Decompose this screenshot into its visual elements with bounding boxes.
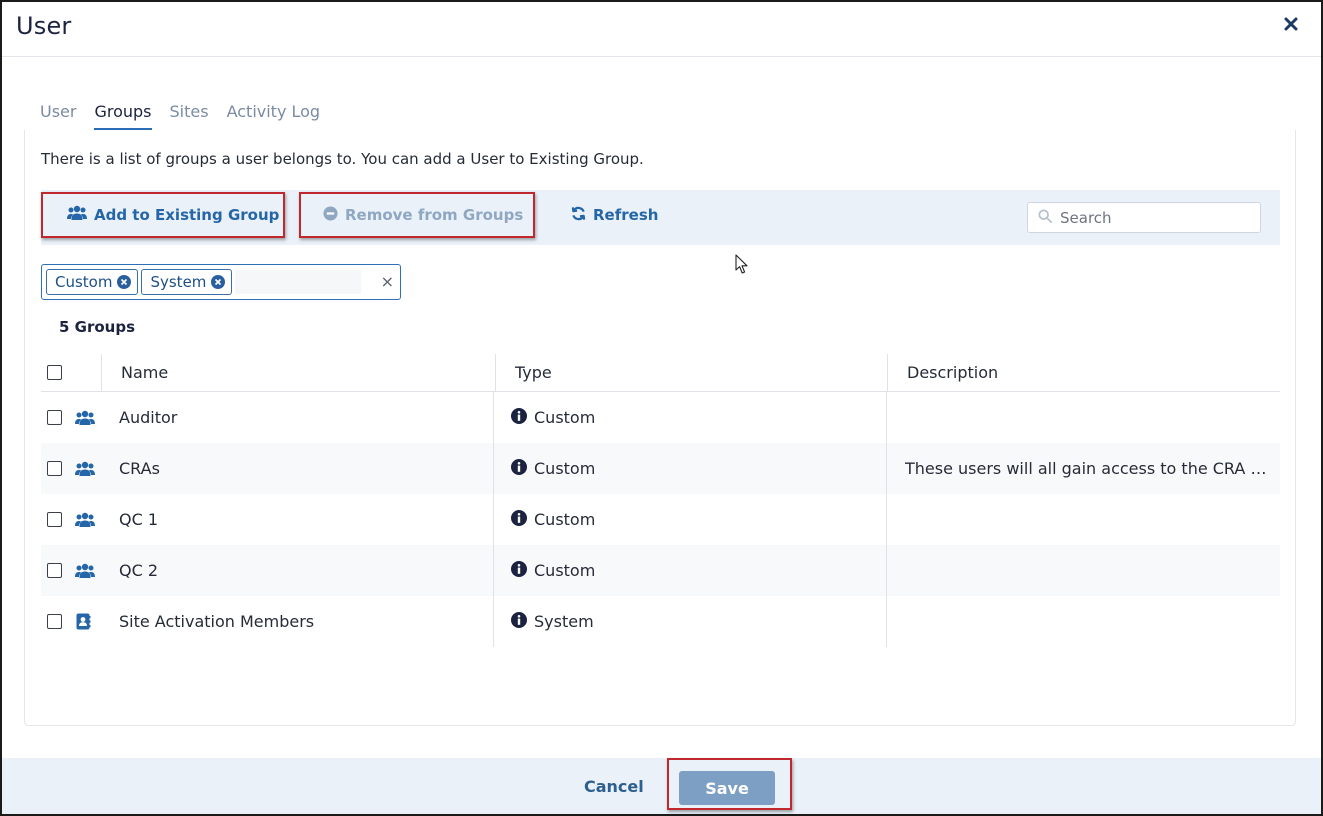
minus-circle-icon	[323, 205, 338, 225]
search-input[interactable]	[1060, 208, 1240, 227]
mouse-pointer-icon	[735, 254, 749, 279]
info-icon	[511, 560, 527, 581]
type-filter[interactable]: Custom System ×	[41, 264, 401, 300]
clear-filter-icon[interactable]: ×	[381, 274, 394, 290]
table-header: Name Type Description	[41, 354, 1280, 392]
column-header-name[interactable]: Name	[121, 354, 168, 391]
group-type: System	[534, 612, 594, 631]
dialog-title: User	[16, 12, 72, 40]
group-type: Custom	[534, 408, 596, 427]
group-description	[905, 494, 1275, 545]
table-row[interactable]: Site Activation Members System	[41, 596, 1280, 647]
groups-count: 5 Groups	[59, 318, 136, 336]
info-icon	[511, 407, 527, 428]
group-type: Custom	[534, 561, 596, 580]
tab-bar: User Groups Sites Activity Log	[40, 100, 320, 132]
dialog-header: User	[2, 2, 1321, 57]
group-name: Auditor	[119, 408, 178, 427]
group-description: These users will all gain access to the …	[905, 459, 1275, 478]
info-icon	[511, 509, 527, 530]
close-icon[interactable]	[1283, 16, 1303, 36]
group-name: Site Activation Members	[119, 612, 315, 631]
search-box	[1027, 202, 1261, 233]
users-icon	[75, 494, 99, 545]
refresh-button[interactable]: Refresh	[571, 192, 681, 238]
table-row[interactable]: Auditor Custom	[41, 392, 1280, 443]
row-checkbox[interactable]	[47, 512, 62, 527]
tab-groups[interactable]: Groups	[94, 100, 152, 130]
add-to-existing-group-button[interactable]: Add to Existing Group	[41, 192, 285, 238]
users-icon	[75, 392, 99, 443]
table-row[interactable]: QC 1 Custom	[41, 494, 1280, 545]
remove-chip-icon[interactable]	[117, 275, 132, 289]
table-row[interactable]: QC 2 Custom	[41, 545, 1280, 596]
tab-user[interactable]: User	[40, 100, 76, 130]
group-type: Custom	[534, 459, 596, 478]
group-description	[905, 392, 1275, 443]
column-header-description[interactable]: Description	[907, 354, 1277, 391]
row-checkbox[interactable]	[47, 563, 62, 578]
address-book-icon	[75, 596, 99, 647]
users-icon	[75, 443, 99, 494]
row-checkbox[interactable]	[47, 410, 62, 425]
save-highlight: Save	[667, 758, 792, 810]
group-description	[905, 596, 1275, 647]
filter-chip-system: System	[141, 269, 233, 295]
group-description	[905, 545, 1275, 596]
info-icon	[511, 611, 527, 632]
group-name: CRAs	[119, 459, 160, 478]
cancel-button[interactable]: Cancel	[584, 777, 644, 796]
filter-input[interactable]	[235, 270, 362, 294]
refresh-icon	[571, 206, 586, 225]
info-icon	[511, 458, 527, 479]
table-row[interactable]: CRAs Custom These users will all gain ac…	[41, 443, 1280, 494]
chip-label: System	[150, 273, 207, 291]
row-checkbox[interactable]	[47, 461, 62, 476]
column-header-type[interactable]: Type	[515, 354, 552, 391]
search-icon	[1038, 208, 1052, 227]
tab-sites[interactable]: Sites	[170, 100, 209, 130]
add-button-label: Add to Existing Group	[94, 206, 280, 224]
users-icon	[75, 545, 99, 596]
save-button[interactable]: Save	[679, 771, 775, 805]
remove-button-label: Remove from Groups	[345, 206, 524, 224]
group-name: QC 2	[119, 561, 159, 580]
groups-table: Name Type Description Auditor Custom CRA…	[41, 354, 1280, 647]
group-name: QC 1	[119, 510, 159, 529]
row-checkbox[interactable]	[47, 614, 62, 629]
refresh-button-label: Refresh	[593, 206, 659, 224]
toolbar: Add to Existing Group Remove from Groups…	[41, 190, 1280, 245]
users-icon	[67, 205, 87, 225]
tab-activity-log[interactable]: Activity Log	[227, 100, 321, 130]
filter-chip-custom: Custom	[46, 269, 139, 295]
select-all-checkbox[interactable]	[47, 365, 62, 380]
groups-panel: There is a list of groups a user belongs…	[24, 130, 1296, 726]
groups-description: There is a list of groups a user belongs…	[41, 150, 644, 168]
dialog-footer: Cancel Save	[2, 758, 1321, 814]
remove-from-groups-button[interactable]: Remove from Groups	[299, 192, 535, 238]
remove-chip-icon[interactable]	[211, 275, 226, 289]
user-dialog: User User Groups Sites Activity Log Ther…	[0, 0, 1323, 816]
group-type: Custom	[534, 510, 596, 529]
chip-label: Custom	[55, 273, 113, 291]
